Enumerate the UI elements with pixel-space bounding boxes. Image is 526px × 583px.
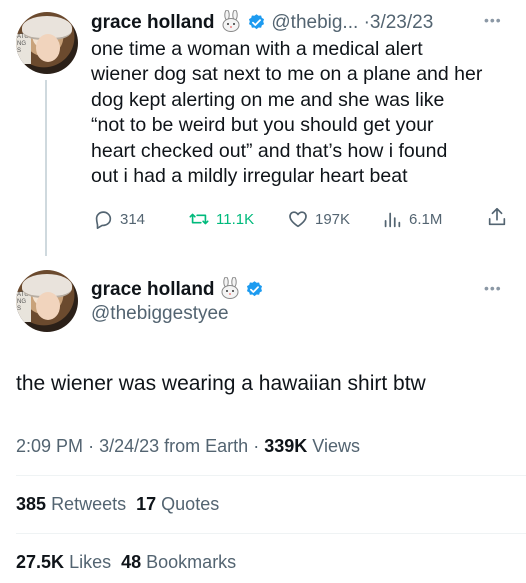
quotes-label: Quotes	[161, 494, 220, 514]
divider	[16, 475, 526, 476]
separator-dot: ·	[88, 436, 95, 456]
avatar-face	[36, 292, 60, 320]
tweet-header: grace holland @thebig... ·3/23/23	[91, 9, 433, 38]
tweet-text-line: out i had a mildly irregular heart beat	[91, 165, 408, 188]
display-name[interactable]: grace holland	[91, 12, 215, 33]
tweet-text-line: “not to be weird but you should get your	[91, 114, 434, 137]
views-button[interactable]: 6.1M	[381, 208, 442, 230]
bookmarks-label: Bookmarks	[146, 552, 237, 572]
tweet-text-line: one time a woman with a medical alert	[91, 38, 423, 60]
bookmarks-count: 48	[121, 552, 142, 572]
avatar[interactable]: ATU NG S	[16, 12, 78, 74]
avatar[interactable]: ATU NG S	[16, 270, 78, 332]
avatar-sign: ATU NG S	[16, 292, 31, 322]
retweets-count: 385	[16, 494, 47, 514]
avatar-sign: ATU NG S	[16, 34, 31, 64]
tweet-date[interactable]: 3/23/23	[370, 12, 433, 33]
quotes-stat[interactable]: 17 Quotes	[136, 494, 219, 514]
like-icon	[289, 211, 307, 228]
retweet-icon	[189, 213, 209, 225]
views-label: Views	[312, 436, 360, 456]
reply-button[interactable]: 314	[92, 208, 145, 230]
views-count: 6.1M	[409, 210, 443, 228]
share-button[interactable]	[486, 206, 508, 228]
divider	[16, 533, 526, 534]
handle[interactable]: @thebig...	[271, 12, 358, 33]
tweet-metadata: 2:09 PM · 3/24/23 from Earth · 339K View…	[16, 436, 360, 457]
likes-label: Likes	[69, 552, 112, 572]
separator-dot: ·	[253, 436, 260, 456]
retweets-stat[interactable]: 385 Retweets	[16, 494, 126, 514]
quotes-count: 17	[136, 494, 157, 514]
tweet-text-line: heart checked out” and that’s how i foun…	[91, 139, 448, 162]
handle[interactable]: @thebiggestyee	[91, 303, 229, 325]
tweet-text: one time a woman with a medical alert wi…	[91, 37, 482, 189]
more-icon[interactable]: •••	[484, 12, 502, 28]
avatar-face	[36, 34, 60, 62]
tweet-header: grace holland	[91, 276, 264, 304]
tweet-source: from Earth	[164, 436, 249, 456]
bunny-emoji-icon	[220, 9, 242, 38]
verified-badge-icon	[245, 280, 264, 304]
more-icon[interactable]: •••	[484, 280, 502, 296]
share-icon	[488, 207, 506, 226]
bunny-emoji-icon	[219, 276, 241, 304]
views-icon	[384, 212, 401, 228]
reply-icon	[95, 211, 112, 229]
reply-count: 314	[120, 210, 146, 228]
like-button[interactable]: 197K	[287, 208, 350, 230]
likes-count: 27.5K	[16, 552, 65, 572]
retweets-label: Retweets	[51, 494, 127, 514]
tweet-date[interactable]: 3/24/23	[99, 436, 159, 456]
tweet-text-line: dog kept alerting on me and she was like	[91, 88, 445, 111]
likes-stat[interactable]: 27.5K Likes	[16, 552, 111, 572]
bookmarks-stat[interactable]: 48 Bookmarks	[121, 552, 236, 572]
tweet-time[interactable]: 2:09 PM	[16, 436, 83, 456]
retweet-button[interactable]: 11.1K	[188, 208, 254, 230]
tweet-text-line: wiener dog sat next to me on a plane and…	[91, 63, 483, 86]
display-name[interactable]: grace holland	[91, 279, 215, 300]
tweet-text: the wiener was wearing a hawaiian shirt …	[16, 372, 426, 395]
verified-badge-icon	[247, 13, 266, 38]
thread-line	[45, 80, 47, 256]
likes-bookmarks-stats: 27.5K Likes 48 Bookmarks	[16, 552, 236, 573]
views-count: 339K	[264, 436, 308, 456]
retweets-quotes-stats: 385 Retweets 17 Quotes	[16, 494, 219, 515]
like-count: 197K	[315, 210, 351, 228]
retweet-count: 11.1K	[216, 210, 255, 228]
